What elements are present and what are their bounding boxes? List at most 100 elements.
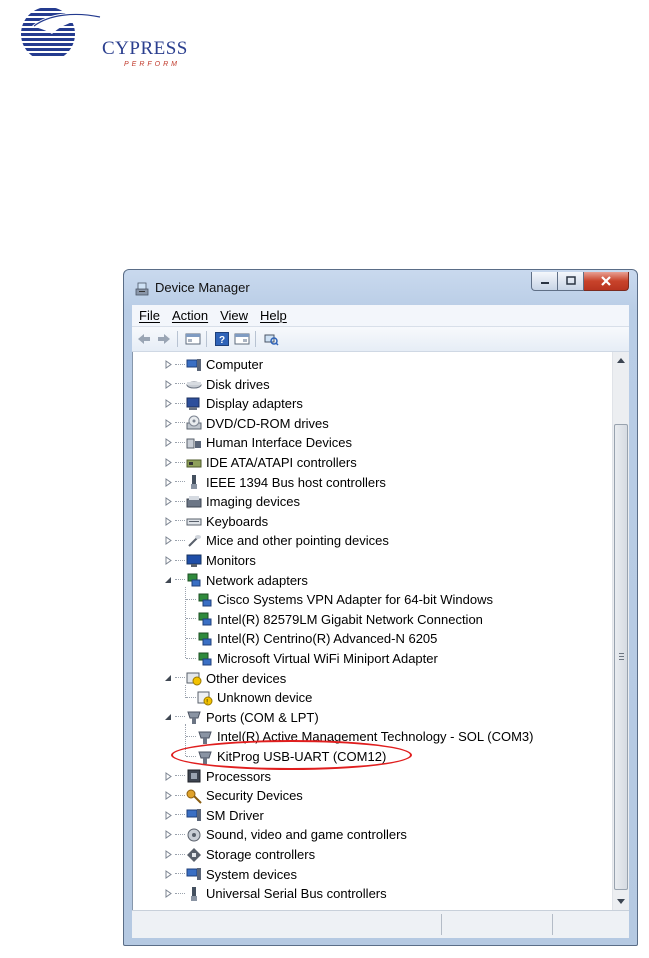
collapsed-arrow-icon[interactable] [163, 433, 173, 452]
tree-category-label: DVD/CD-ROM drives [206, 415, 329, 431]
collapsed-arrow-icon[interactable] [163, 375, 173, 394]
collapsed-arrow-icon[interactable] [163, 865, 173, 884]
scan-hardware-icon[interactable] [263, 331, 279, 347]
processor-icon [186, 768, 202, 784]
tree-category[interactable]: Imaging devices [163, 492, 300, 511]
scroll-up-arrow-icon[interactable] [613, 352, 629, 369]
title-bar[interactable]: Device Manager [124, 270, 637, 305]
tree-device[interactable]: Microsoft Virtual WiFi Miniport Adapter [186, 649, 438, 668]
tree-device[interactable]: Intel(R) Active Management Technology - … [186, 727, 533, 746]
tree-device-label: KitProg USB-UART (COM12) [217, 749, 387, 764]
toolbar-separator [177, 331, 178, 347]
tree-category[interactable]: DVD/CD-ROM drives [163, 414, 329, 433]
minimize-button[interactable] [531, 272, 558, 291]
collapsed-arrow-icon[interactable] [163, 884, 173, 903]
child-network-icon [197, 611, 213, 627]
menu-action[interactable]: Action [167, 308, 213, 323]
tree-device-label: Intel(R) Active Management Technology - … [217, 729, 534, 745]
close-icon [601, 276, 611, 286]
collapsed-arrow-icon[interactable] [163, 845, 173, 864]
scroll-down-arrow-icon[interactable] [613, 893, 629, 910]
child-port-icon [197, 749, 213, 765]
collapsed-arrow-icon[interactable] [163, 453, 173, 472]
tree-device[interactable]: Cisco Systems VPN Adapter for 64-bit Win… [186, 590, 493, 609]
tree-category-label: System devices [206, 866, 298, 882]
toolbar-separator [255, 331, 256, 347]
tree-category-label: Human Interface Devices [206, 435, 352, 451]
usb-icon [186, 886, 202, 902]
collapsed-arrow-icon[interactable] [163, 473, 173, 492]
tree-connector-line [185, 586, 186, 659]
tree-device[interactable]: KitProg USB-UART (COM12) [186, 747, 386, 766]
expanded-arrow-icon[interactable] [163, 571, 173, 590]
collapsed-arrow-icon[interactable] [163, 492, 173, 511]
logo-wordmark: CYPRESS [102, 38, 188, 59]
forward-icon[interactable] [156, 331, 172, 347]
tree-category-label: Universal Serial Bus controllers [206, 886, 387, 902]
collapsed-arrow-icon[interactable] [163, 825, 173, 844]
child-network-icon [197, 651, 213, 667]
properties-icon[interactable] [234, 331, 250, 347]
tree-category-label: Other devices [206, 670, 287, 686]
tree-category[interactable]: Processors [163, 767, 271, 786]
expanded-arrow-icon[interactable] [163, 708, 173, 727]
tree-category[interactable]: Sound, video and game controllers [163, 825, 407, 844]
collapsed-arrow-icon[interactable] [163, 355, 173, 374]
menu-view[interactable]: View [215, 308, 253, 323]
maximize-icon [565, 276, 576, 285]
tree-category[interactable]: IEEE 1394 Bus host controllers [163, 473, 386, 492]
tree-category[interactable]: Display adapters [163, 394, 303, 413]
close-button[interactable] [584, 272, 629, 291]
tree-device[interactable]: ! Unknown device [186, 688, 312, 707]
dvd-drive-icon [186, 415, 202, 431]
show-hide-console-tree-icon[interactable] [185, 331, 201, 347]
vertical-scrollbar[interactable] [612, 352, 629, 910]
svg-text:?: ? [219, 335, 225, 346]
collapsed-arrow-icon[interactable] [163, 786, 173, 805]
tree-category[interactable]: Universal Serial Bus controllers [163, 884, 387, 903]
tree-category[interactable]: Ports (COM & LPT) [163, 708, 319, 727]
menu-file[interactable]: File [134, 308, 165, 323]
collapsed-arrow-icon[interactable] [163, 551, 173, 570]
help-icon[interactable]: ? [214, 331, 230, 347]
toolbar: ? [132, 327, 629, 352]
tree-category[interactable]: Monitors [163, 551, 256, 570]
tree-category-label: Mice and other pointing devices [206, 533, 389, 549]
expanded-arrow-icon[interactable] [163, 669, 173, 688]
scrollbar-thumb[interactable] [614, 424, 628, 890]
tree-category-label: Disk drives [206, 376, 270, 392]
tree-device-label: Unknown device [217, 690, 313, 706]
menu-help[interactable]: Help [255, 308, 292, 323]
collapsed-arrow-icon[interactable] [163, 414, 173, 433]
collapsed-arrow-icon[interactable] [163, 531, 173, 550]
tree-category[interactable]: IDE ATA/ATAPI controllers [163, 453, 357, 472]
tree-category[interactable]: Other devices [163, 669, 286, 688]
tree-device[interactable]: Intel(R) Centrino(R) Advanced-N 6205 [186, 629, 437, 648]
child-network-icon [197, 631, 213, 647]
collapsed-arrow-icon[interactable] [163, 806, 173, 825]
tree-category[interactable]: SM Driver [163, 806, 264, 825]
tree-category-label: Display adapters [206, 396, 303, 412]
ieee1394-icon [186, 474, 202, 490]
maximize-button[interactable] [558, 272, 584, 291]
tree-category[interactable]: System devices [163, 865, 297, 884]
collapsed-arrow-icon[interactable] [163, 394, 173, 413]
tree-category[interactable]: Disk drives [163, 375, 270, 394]
back-icon[interactable] [136, 331, 152, 347]
monitor-icon [186, 553, 202, 569]
device-manager-icon [134, 281, 150, 302]
minimize-icon [540, 282, 549, 284]
tree-device[interactable]: Intel(R) 82579LM Gigabit Network Connect… [186, 610, 483, 629]
tree-category[interactable]: Computer [163, 355, 263, 374]
tree-category[interactable]: Keyboards [163, 512, 268, 531]
collapsed-arrow-icon[interactable] [163, 767, 173, 786]
tree-category[interactable]: Human Interface Devices [163, 433, 352, 452]
collapsed-arrow-icon[interactable] [163, 512, 173, 531]
storage-icon [186, 847, 202, 863]
tree-connector-line [185, 684, 186, 698]
tree-category[interactable]: Storage controllers [163, 845, 315, 864]
child-unknown-icon: ! [197, 690, 213, 706]
tree-category[interactable]: Mice and other pointing devices [163, 531, 389, 550]
tree-category-label: Keyboards [206, 513, 269, 529]
tree-category[interactable]: Security Devices [163, 786, 303, 805]
